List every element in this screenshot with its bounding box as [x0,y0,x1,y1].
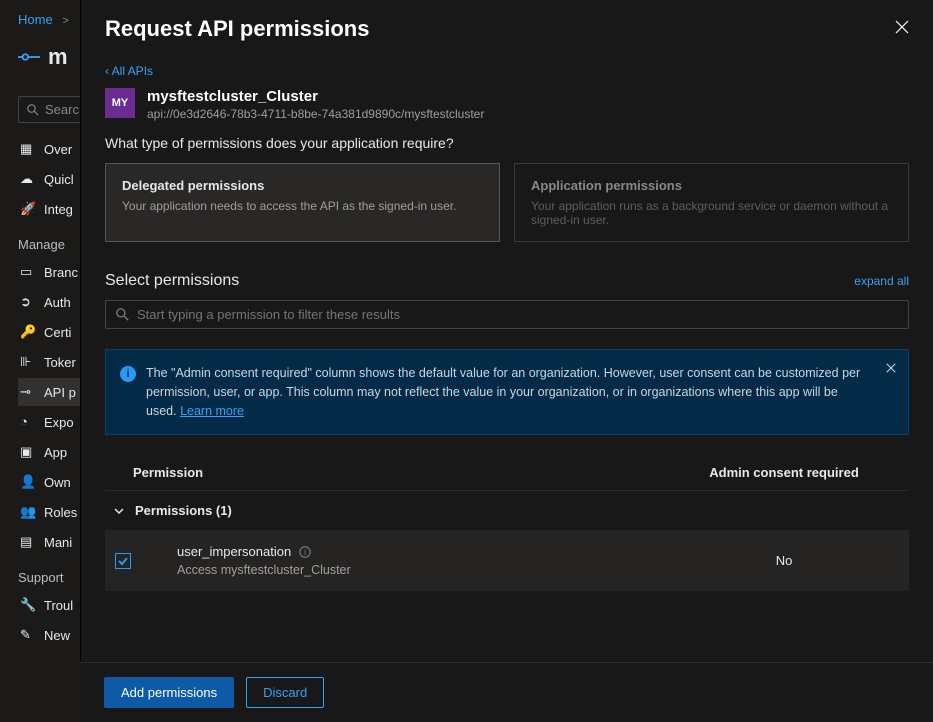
api-id: api://0e3d2646-78b3-4711-b8be-74a381d989… [147,107,484,121]
permission-filter-input[interactable] [137,307,898,322]
app-title: m [18,44,68,70]
app-registration-icon [18,46,40,68]
admin-consent-value: No [659,553,909,568]
learn-more-link[interactable]: Learn more [180,404,244,418]
application-permissions-card[interactable]: Application permissions Your application… [514,163,909,242]
palette-icon: ▭ [20,264,36,280]
api-name: mysftestcluster_Cluster [147,88,484,105]
permission-name: user_impersonation [177,544,291,559]
cloud-icon: ☁ [20,171,36,187]
info-icon: i [120,366,136,382]
owners-icon: 👤 [20,474,36,490]
new-icon: ✎ [20,627,36,643]
breadcrumb[interactable]: Home > [18,12,75,27]
rocket-icon: 🚀 [20,201,36,217]
discard-button[interactable]: Discard [246,677,324,708]
api-identity: MY mysftestcluster_Cluster api://0e3d264… [105,88,909,121]
chevron-down-icon [113,505,125,517]
card-desc: Your application runs as a background se… [531,199,892,227]
permission-desc: Access mysftestcluster_Cluster [177,563,659,577]
back-all-apis[interactable]: ‹ All APIs [105,64,909,78]
manifest-icon: ▤ [20,534,36,550]
panel-footer: Add permissions Discard [80,662,933,722]
select-permissions-title: Select permissions [105,272,239,290]
permission-type-question: What type of permissions does your appli… [105,135,909,151]
search-icon [116,308,129,321]
expose-icon: ◔ [20,414,36,430]
roles-icon: 👥 [20,504,36,520]
expand-all-link[interactable]: expand all [854,274,909,288]
request-api-permissions-panel: Request API permissions ‹ All APIs MY my… [80,0,933,722]
auth-icon: ➲ [20,294,36,310]
group-label: Permissions (1) [135,503,232,518]
col-permission: Permission [133,465,659,480]
close-icon [886,363,896,373]
sliders-icon: ⊪ [20,354,36,370]
panel-title: Request API permissions [105,16,369,42]
svg-text:i: i [304,548,306,557]
permissions-table: Permission Admin consent required Permis… [105,455,909,591]
search-placeholder: Searc [45,102,79,117]
api-icon: ⊸ [20,384,36,400]
info-icon[interactable]: i [299,546,311,558]
card-title: Delegated permissions [122,178,483,193]
dismiss-info-button[interactable] [886,360,896,379]
card-title: Application permissions [531,178,892,193]
chevron-right-icon: > [62,15,68,27]
grid-icon: ▦ [20,141,36,157]
table-header-row: Permission Admin consent required [105,455,909,491]
delegated-permissions-card[interactable]: Delegated permissions Your application n… [105,163,500,242]
info-text: The "Admin consent required" column show… [146,366,860,418]
card-desc: Your application needs to access the API… [122,199,483,213]
close-icon [895,20,909,34]
search-icon [27,104,39,116]
apps-icon: ▣ [20,444,36,460]
key-icon: 🔑 [20,324,36,340]
add-permissions-button[interactable]: Add permissions [104,677,234,708]
permission-row[interactable]: user_impersonation i Access mysftestclus… [105,530,909,591]
info-banner: i The "Admin consent required" column sh… [105,349,909,435]
api-badge: MY [105,88,135,118]
close-button[interactable] [895,20,909,39]
permission-checkbox[interactable] [115,553,131,569]
permission-filter[interactable] [105,300,909,329]
wrench-icon: 🔧 [20,597,36,613]
permissions-group-toggle[interactable]: Permissions (1) [105,491,909,530]
checkmark-icon [117,555,129,567]
breadcrumb-home[interactable]: Home [18,12,53,27]
col-admin-consent: Admin consent required [659,465,909,480]
chevron-left-icon: ‹ [105,64,112,78]
